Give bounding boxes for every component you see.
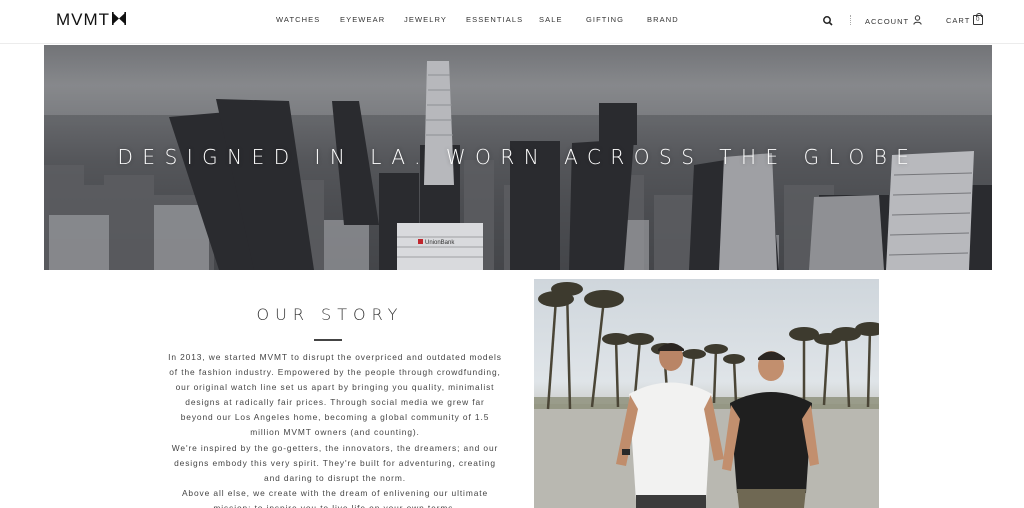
- cart-count: 0: [976, 17, 981, 23]
- cart-link[interactable]: CART 0: [946, 13, 984, 25]
- user-icon: [913, 15, 922, 27]
- story-paragraph: We're inspired by the go-getters, the in…: [171, 442, 499, 483]
- story-divider: [314, 339, 342, 341]
- founders-photo: [534, 279, 879, 508]
- story-body: In 2013, we started MVMT to disrupt the …: [168, 350, 502, 508]
- story-title: OUR STORY: [256, 305, 404, 324]
- search-icon[interactable]: [822, 14, 834, 26]
- nav-divider: [850, 15, 851, 25]
- utility-nav: ACCOUNT CART 0: [0, 13, 1024, 30]
- story-paragraph: In 2013, we started MVMT to disrupt the …: [168, 352, 502, 438]
- account-label: ACCOUNT: [865, 16, 910, 26]
- union-bank-sign: UnionBank: [425, 240, 455, 246]
- shopping-bag-icon: 0: [973, 13, 984, 25]
- account-link[interactable]: ACCOUNT: [865, 15, 922, 27]
- hero-banner: UnionBank DESIGNED IN LA. WORN ACROSS TH…: [44, 45, 992, 270]
- story-paragraph: Above all else, we create with the dream…: [181, 487, 489, 508]
- hero-headline: DESIGNED IN LA. WORN ACROSS THE GLOBE: [117, 145, 919, 169]
- cart-label: CART: [946, 15, 971, 25]
- site-header: MVMT WATCHES EYEWEAR JEWELRY ESSENTIALS …: [0, 0, 1024, 44]
